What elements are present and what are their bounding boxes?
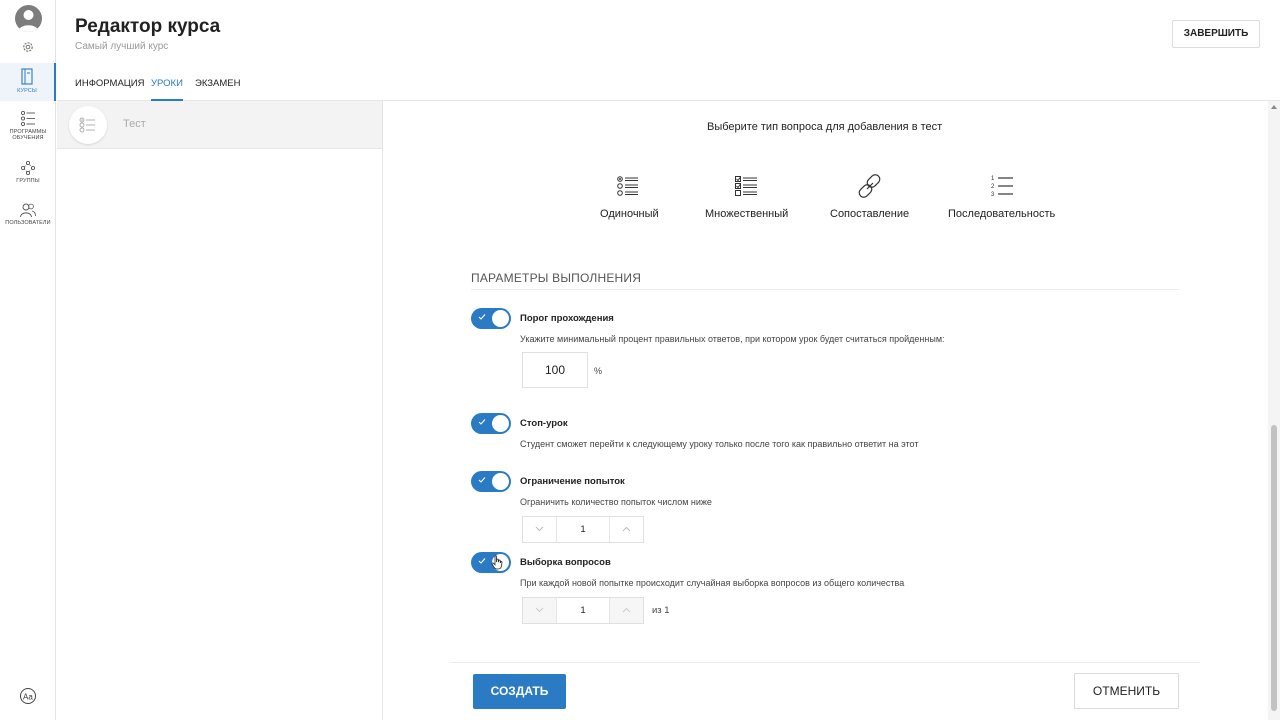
- nav-item-label: ПОЛЬЗОВАТЕЛИ: [5, 220, 51, 226]
- attempt-limit-desc: Ограничить количество попыток числом ниж…: [520, 497, 712, 507]
- attempt-limit-stepper: 1: [522, 516, 644, 543]
- section-divider: [471, 289, 1179, 290]
- question-sample-toggle[interactable]: [471, 552, 511, 573]
- lesson-list: Тест: [57, 101, 383, 720]
- pass-threshold-desc: Укажите минимальный процент правильных о…: [520, 334, 945, 344]
- users-icon: [20, 203, 36, 218]
- lesson-editor: Выберите тип вопроса для добавления в те…: [384, 101, 1268, 720]
- question-sample-desc: При каждой новой попытке происходит случ…: [520, 578, 905, 588]
- question-type-label: Одиночный: [600, 208, 659, 220]
- scroll-up-arrow-icon[interactable]: [1270, 103, 1278, 111]
- finish-button[interactable]: ЗАВЕРШИТЬ: [1172, 20, 1260, 48]
- tab-info[interactable]: ИНФОРМАЦИЯ: [75, 72, 145, 101]
- increment-button[interactable]: [609, 598, 643, 623]
- user-silhouette-icon: [18, 10, 39, 32]
- check-icon: [478, 314, 486, 320]
- nav-item-label: ГРУППЫ: [16, 178, 40, 184]
- question-type-label: Последовательность: [948, 208, 1056, 220]
- scrollbar[interactable]: [1268, 101, 1280, 720]
- pass-threshold-toggle[interactable]: [471, 308, 511, 329]
- hand-cursor-icon: [491, 555, 503, 570]
- nav-item-users[interactable]: ПОЛЬЗОВАТЕЛИ: [0, 202, 56, 230]
- decrement-button[interactable]: [523, 517, 557, 542]
- toggle-knob: [492, 415, 509, 432]
- page-subtitle: Самый лучший курс: [75, 41, 169, 52]
- test-icon: [69, 106, 107, 144]
- toggle-knob: [492, 310, 509, 327]
- svg-text:Aa: Aa: [23, 693, 33, 702]
- increment-button[interactable]: [609, 517, 643, 542]
- question-type-title: Выберите тип вопроса для добавления в те…: [707, 121, 943, 133]
- left-nav: КУРСЫ ПРОГРАММЫ ОБУЧЕНИЯ ГРУППЫ ПОЛЬЗОВА…: [0, 0, 56, 720]
- nav-item-courses[interactable]: КУРСЫ: [0, 63, 56, 101]
- user-avatar[interactable]: [15, 5, 42, 32]
- chevron-up-icon: [622, 607, 631, 613]
- nav-item-label: ПРОГРАММЫ ОБУЧЕНИЯ: [9, 129, 47, 141]
- svg-text:2: 2: [991, 184, 995, 190]
- font-settings-icon[interactable]: Aa: [19, 687, 37, 705]
- single-choice-icon: [617, 176, 639, 196]
- question-type-label: Сопоставление: [830, 208, 910, 220]
- decrement-button[interactable]: [523, 598, 557, 623]
- check-icon: [478, 419, 486, 425]
- attempt-limit-toggle[interactable]: [471, 471, 511, 492]
- check-icon: [478, 477, 486, 483]
- page-header: Редактор курса Самый лучший курс ЗАВЕРШИ…: [57, 0, 1280, 101]
- programs-list-icon: [20, 110, 35, 127]
- footer-divider: [450, 662, 1200, 663]
- nav-item-programs[interactable]: ПРОГРАММЫ ОБУЧЕНИЯ: [0, 110, 56, 150]
- tab-exam[interactable]: ЭКЗАМЕН: [195, 72, 240, 101]
- courses-book-icon: [21, 68, 33, 85]
- groups-icon: [20, 160, 36, 176]
- section-title: ПАРАМЕТРЫ ВЫПОЛНЕНИЯ: [471, 271, 642, 285]
- stop-lesson-title: Стоп-урок: [520, 418, 568, 429]
- tab-lessons[interactable]: УРОКИ: [151, 72, 183, 101]
- pass-threshold-input[interactable]: 100: [522, 352, 588, 388]
- page-title: Редактор курса: [75, 16, 221, 37]
- attempt-limit-value[interactable]: 1: [557, 517, 609, 542]
- chevron-down-icon: [535, 526, 544, 532]
- lesson-name: Тест: [123, 118, 146, 130]
- question-sample-value[interactable]: 1: [557, 598, 609, 623]
- percent-unit: %: [594, 366, 603, 376]
- svg-text:3: 3: [991, 192, 995, 198]
- check-icon: [478, 558, 486, 564]
- pass-threshold-title: Порог прохождения: [520, 313, 614, 324]
- question-type-matching[interactable]: Сопоставление: [830, 173, 909, 220]
- toggle-knob: [492, 473, 509, 490]
- scrollbar-thumb[interactable]: [1271, 425, 1277, 711]
- question-type-single[interactable]: Одиночный: [600, 173, 659, 220]
- multiple-choice-icon: [734, 176, 757, 196]
- stop-lesson-toggle[interactable]: [471, 413, 511, 434]
- chevron-down-icon: [535, 607, 544, 613]
- gear-icon[interactable]: [21, 40, 35, 54]
- question-type-sequence[interactable]: 1 2 3 Последовательность: [948, 173, 1055, 220]
- nav-item-label: КУРСЫ: [17, 88, 37, 94]
- question-sample-title: Выборка вопросов: [520, 557, 611, 568]
- cancel-button[interactable]: ОТМЕНИТЬ: [1074, 673, 1179, 709]
- matching-icon: [858, 174, 880, 198]
- question-type-label: Множественный: [705, 208, 789, 220]
- create-button[interactable]: СОЗДАТЬ: [473, 674, 566, 709]
- svg-text:1: 1: [991, 176, 995, 182]
- chevron-up-icon: [622, 526, 631, 532]
- question-type-multiple[interactable]: Множественный: [705, 173, 788, 220]
- question-sample-total: из 1: [652, 605, 670, 616]
- attempt-limit-title: Ограничение попыток: [520, 476, 625, 487]
- stop-lesson-desc: Студент сможет перейти к следующему урок…: [520, 439, 919, 449]
- nav-item-groups[interactable]: ГРУППЫ: [0, 160, 56, 188]
- question-sample-stepper: 1: [522, 597, 644, 624]
- list-item[interactable]: Тест: [57, 101, 382, 149]
- sequence-icon: 1 2 3: [991, 176, 1013, 198]
